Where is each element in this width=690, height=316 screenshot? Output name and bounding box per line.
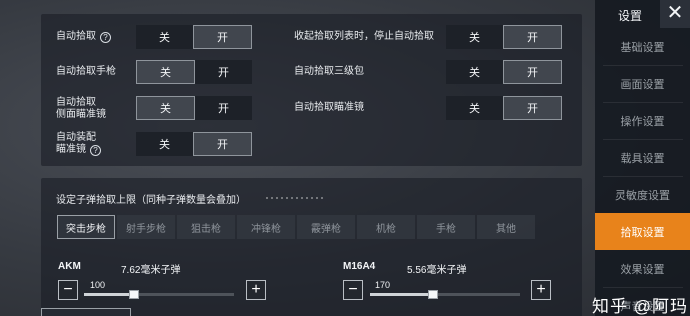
help-icon[interactable]: ? (90, 145, 101, 156)
toggle-off-option[interactable]: 关 (136, 60, 195, 84)
auto-pickup-lvl3-bag-label: 自动拾取三级包 (294, 66, 364, 77)
slider-fill (84, 293, 134, 296)
sidebar-title: 设置 (618, 9, 643, 23)
sidebar-item-sensitivity[interactable]: 灵敏度设置 (595, 176, 690, 213)
toggle-on-option[interactable]: 开 (195, 96, 252, 120)
decrease-button[interactable]: − (58, 280, 78, 300)
auto-pickup-lvl3-bag-toggle[interactable]: 关 开 (446, 60, 562, 84)
sidebar-item-controls[interactable]: 操作设置 (595, 102, 690, 139)
slider-handle[interactable] (129, 290, 139, 299)
toggle-off-option[interactable]: 关 (446, 60, 503, 84)
tab-pistol[interactable]: 手枪 (417, 215, 475, 239)
sidebar-item-graphics[interactable]: 画面设置 (595, 65, 690, 102)
sidebar-item-vehicle[interactable]: 载具设置 (595, 139, 690, 176)
tab-machine-gun[interactable]: 机枪 (357, 215, 415, 239)
reset-button[interactable] (41, 308, 131, 316)
auto-pickup-side-scope-label: 自动拾取 侧面瞄准镜 (56, 97, 106, 120)
toggle-off-option[interactable]: 关 (446, 96, 503, 120)
toggle-on-option[interactable]: 开 (503, 96, 562, 120)
help-icon[interactable]: ? (100, 32, 111, 43)
tab-marksman-rifle[interactable]: 射手步枪 (117, 215, 175, 239)
auto-pickup-scope-toggle[interactable]: 关 开 (446, 96, 562, 120)
watermark: 知乎 @阿玛 (592, 297, 688, 316)
slider-fill (370, 293, 433, 296)
auto-equip-scope-toggle[interactable]: 关 开 (136, 132, 252, 156)
auto-pickup-scope-label: 自动拾取瞄准镜 (294, 102, 364, 113)
sidebar-item-pickup[interactable]: 拾取设置 (595, 213, 690, 250)
toggle-on-option[interactable]: 开 (503, 60, 562, 84)
sidebar-item-basic[interactable]: 基础设置 (595, 28, 690, 65)
ammo-limit-title: 设定子弹拾取上限（同种子弹数量会叠加） (56, 195, 246, 206)
toggle-on-option[interactable]: 开 (193, 132, 252, 156)
toggle-on-option[interactable]: 开 (503, 25, 562, 49)
ammo-type-m16a4: 5.56毫米子弹 (407, 265, 467, 276)
title-divider (266, 197, 326, 199)
toggle-off-option[interactable]: 关 (446, 25, 503, 49)
tab-sniper-rifle[interactable]: 狙击枪 (177, 215, 235, 239)
toggle-off-option[interactable]: 关 (136, 96, 195, 120)
stop-when-list-open-toggle[interactable]: 关 开 (446, 25, 562, 49)
increase-button[interactable]: + (246, 280, 266, 300)
ammo-type-akm: 7.62毫米子弹 (121, 265, 181, 276)
toggle-on-option[interactable]: 开 (193, 25, 252, 49)
toggle-on-option[interactable]: 开 (195, 60, 252, 84)
tab-smg[interactable]: 冲锋枪 (237, 215, 295, 239)
auto-pickup-toggle[interactable]: 关 开 (136, 25, 252, 49)
auto-equip-scope-label: 自动装配 瞄准镜? (56, 132, 101, 156)
close-icon[interactable]: ✕ (660, 0, 690, 28)
slider-handle[interactable] (428, 290, 438, 299)
increase-button[interactable]: + (531, 280, 551, 300)
tab-assault-rifle[interactable]: 突击步枪 (57, 215, 115, 239)
auto-pickup-pistol-toggle[interactable]: 关 开 (136, 60, 252, 84)
ammo-slider-track[interactable] (370, 293, 520, 296)
toggle-off-option[interactable]: 关 (136, 25, 193, 49)
tab-other[interactable]: 其他 (477, 215, 535, 239)
weapon-category-tabs: 突击步枪 射手步枪 狙击枪 冲锋枪 霰弹枪 机枪 手枪 其他 (57, 215, 535, 239)
slider-value: 100 (90, 280, 106, 290)
tab-shotgun[interactable]: 霰弹枪 (297, 215, 355, 239)
toggle-off-option[interactable]: 关 (136, 132, 193, 156)
decrease-button[interactable]: − (343, 280, 363, 300)
auto-pickup-label: 自动拾取? (56, 31, 111, 43)
auto-pickup-pistol-label: 自动拾取手枪 (56, 66, 116, 77)
weapon-name-m16a4: M16A4 (343, 261, 376, 272)
slider-value: 170 (375, 280, 391, 290)
stop-when-list-open-label: 收起拾取列表时，停止自动拾取 (294, 31, 434, 42)
weapon-name-akm: AKM (58, 261, 81, 272)
sidebar-item-effects[interactable]: 效果设置 (595, 250, 690, 287)
ammo-slider-track[interactable] (84, 293, 234, 296)
auto-pickup-side-scope-toggle[interactable]: 关 开 (136, 96, 252, 120)
